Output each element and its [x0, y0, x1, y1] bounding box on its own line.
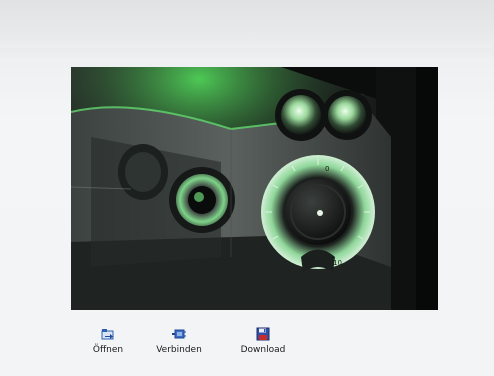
open-button[interactable]: Öffnen	[91, 326, 125, 355]
open-folder-arrow-icon	[101, 326, 115, 340]
download-button-label: Download	[240, 345, 286, 355]
save-floppy-icon	[256, 326, 270, 341]
device-control-panel-image: 0 10	[71, 67, 438, 310]
download-button[interactable]: Download	[240, 326, 286, 355]
dial-label-top: 0	[325, 165, 329, 173]
header-band	[0, 0, 494, 48]
connect-button-label: Verbinden	[156, 345, 202, 355]
connect-plug-icon	[172, 326, 186, 340]
connect-button[interactable]: Verbinden	[156, 326, 202, 355]
toolbar: Öffnen Verbinden Download	[0, 326, 494, 366]
open-button-label: Öffnen	[92, 345, 124, 355]
product-photo: 0 10	[71, 67, 438, 310]
